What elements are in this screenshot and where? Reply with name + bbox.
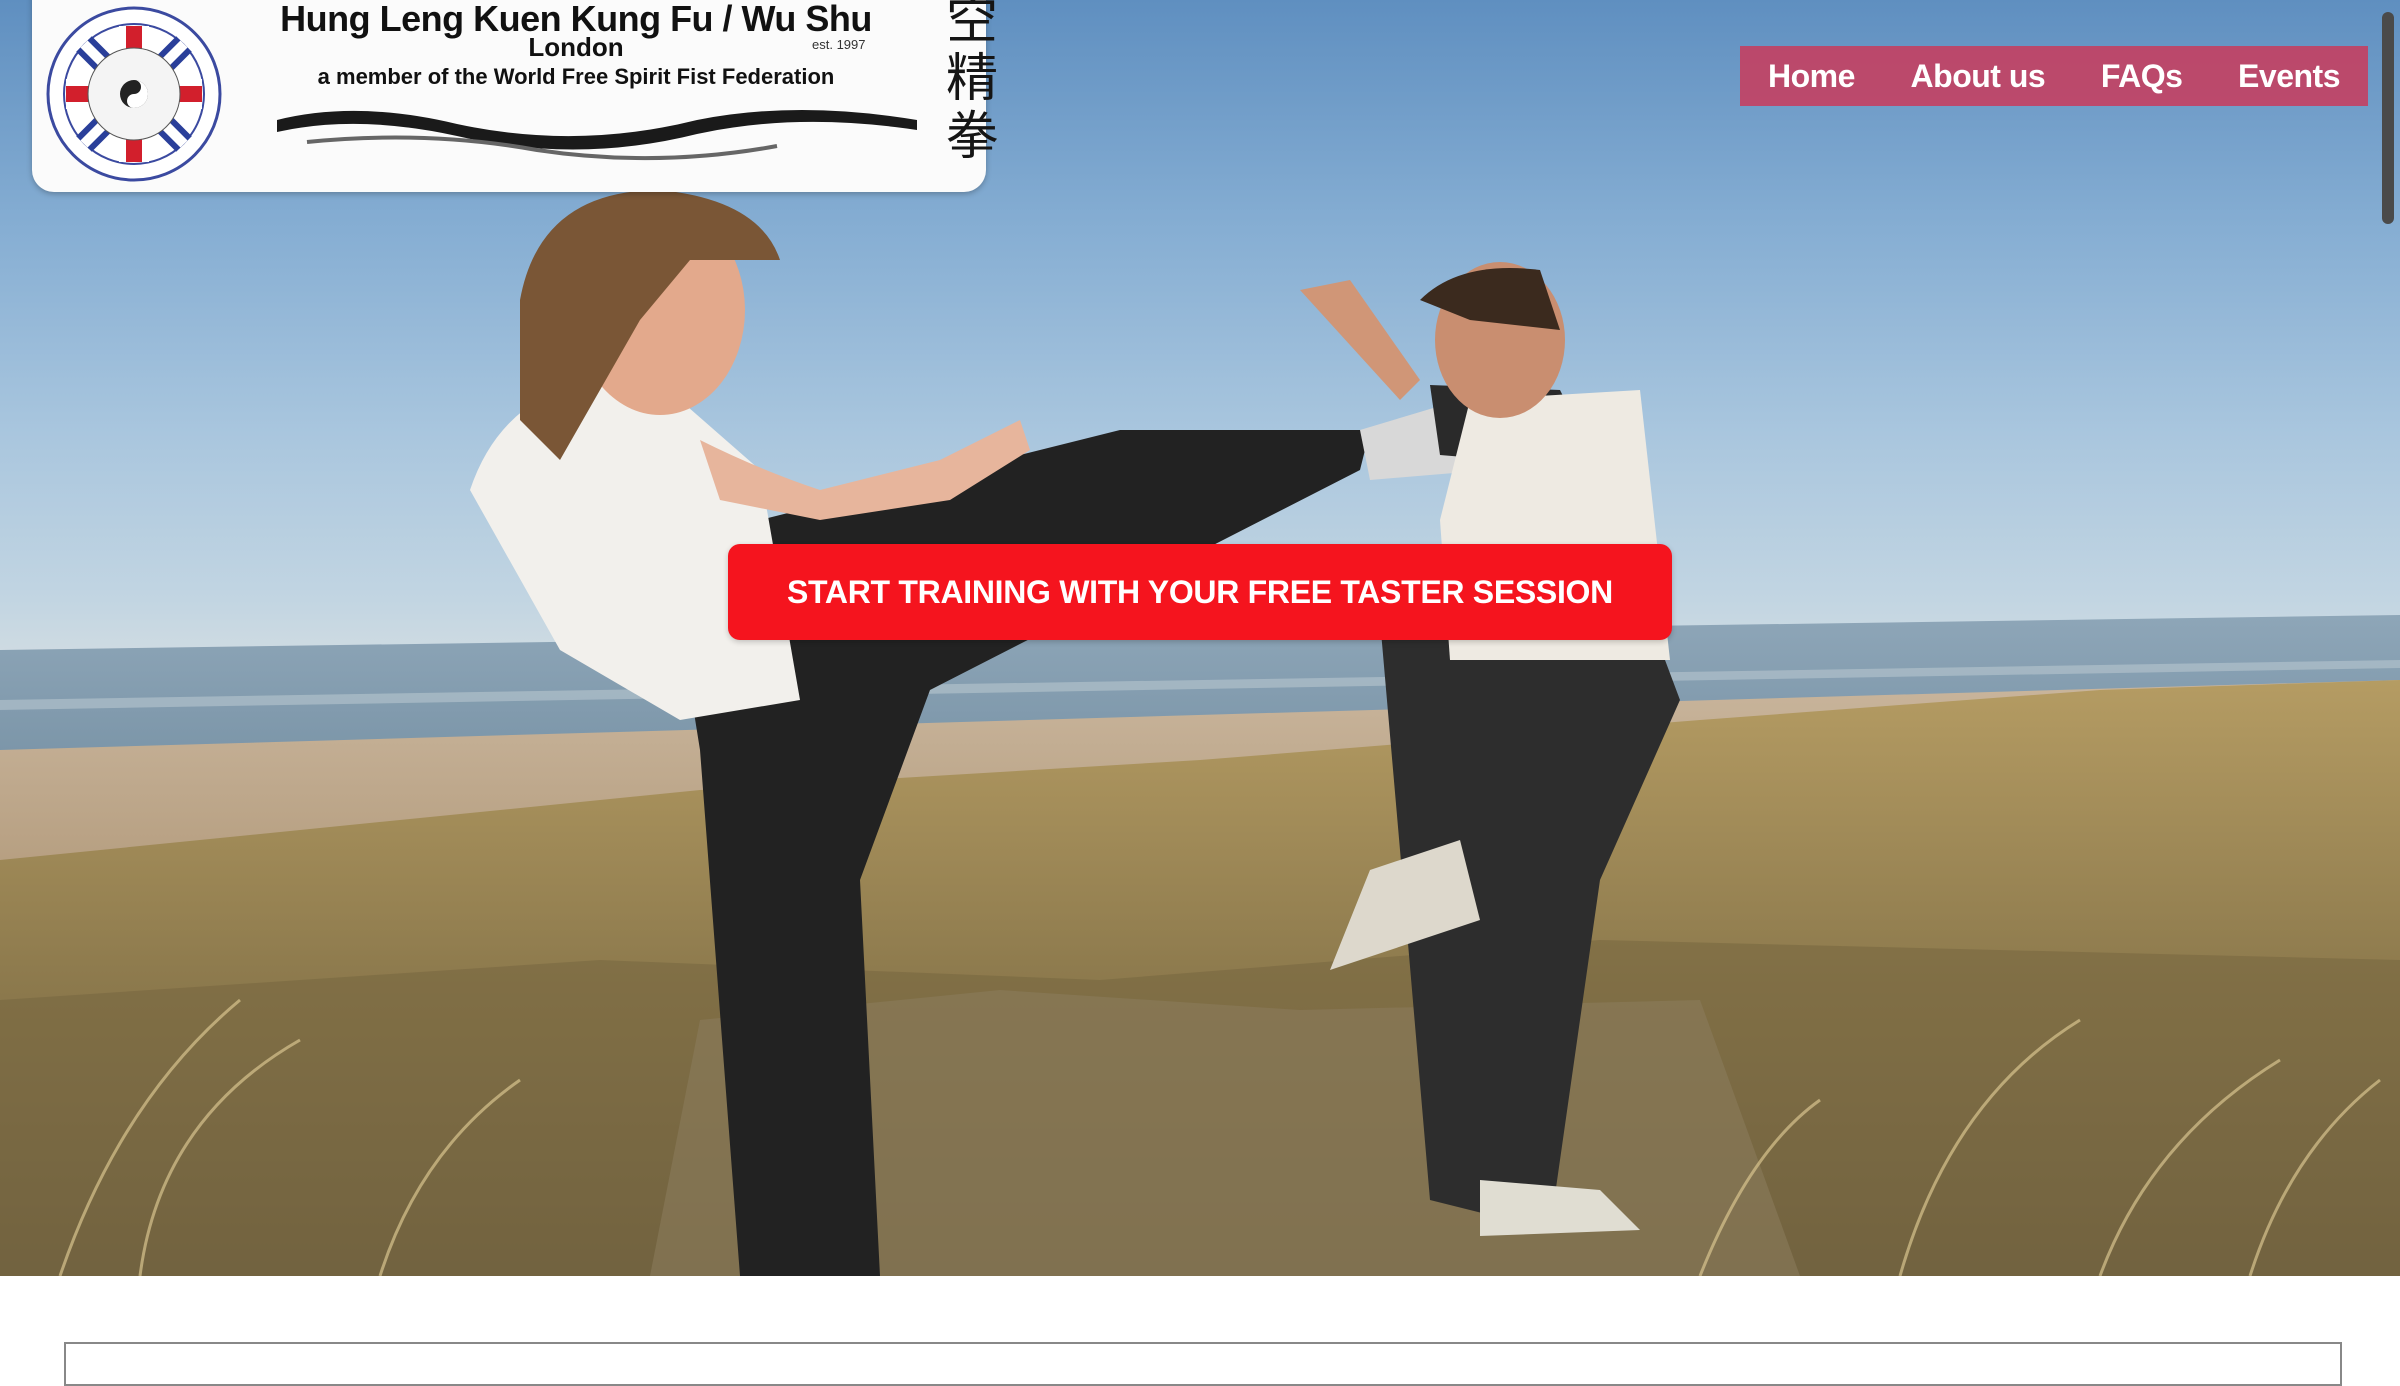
content-section <box>64 1342 2342 1386</box>
nav-faqs[interactable]: FAQs <box>2101 58 2183 95</box>
site-logo[interactable]: Hung Leng Kuen Kung Fu / Wu Shu London e… <box>32 0 998 192</box>
chinese-calligraphy: 空精拳 <box>945 0 998 167</box>
federation-membership: a member of the World Free Spirit Fist F… <box>317 64 835 89</box>
nav-home[interactable]: Home <box>1768 58 1855 95</box>
nav-events[interactable]: Events <box>2238 58 2340 95</box>
established-year: est. 1997 <box>812 37 866 52</box>
page-scrollbar[interactable] <box>2382 12 2394 224</box>
free-taster-session-button[interactable]: START TRAINING WITH YOUR FREE TASTER SES… <box>728 544 1672 640</box>
brush-stroke-icon <box>277 110 917 161</box>
nav-about-us[interactable]: About us <box>1911 58 2046 95</box>
federation-seal-icon <box>46 6 222 182</box>
main-nav: Home About us FAQs Events <box>1740 46 2368 106</box>
